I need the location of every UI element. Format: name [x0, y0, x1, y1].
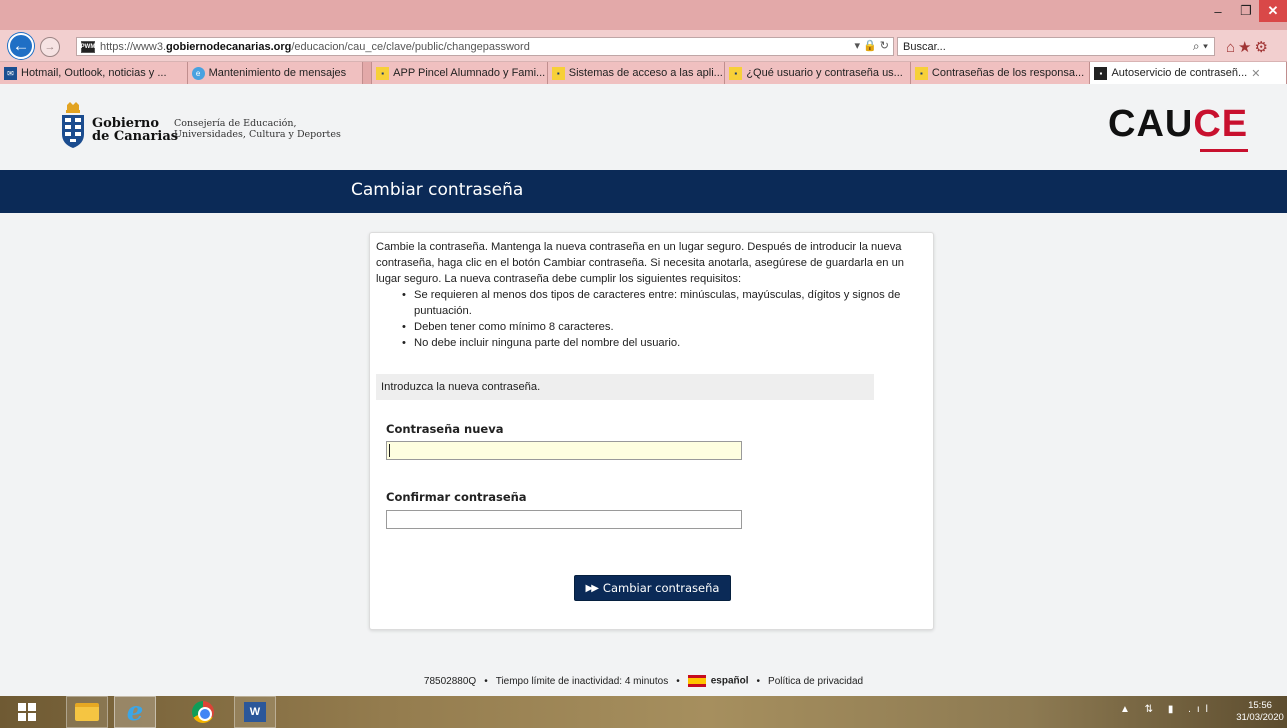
inactivity-timeout: Tiempo límite de inactividad: 4 minutos	[495, 675, 669, 687]
minimize-icon[interactable]: –	[1203, 0, 1233, 22]
spain-flag-icon	[687, 675, 706, 687]
tab-que-usuario[interactable]: ▪ ¿Qué usuario y contraseña us...	[725, 62, 911, 84]
requirement-item: No debe incluir ninguna parte del nombre…	[402, 335, 926, 351]
tab-autoservicio[interactable]: ▪ Autoservicio de contraseñ... ✕	[1090, 62, 1287, 84]
tab-mantenimiento[interactable]: e Mantenimiento de mensajes	[187, 62, 364, 84]
org-name: Gobierno de Canarias	[92, 116, 179, 144]
maximize-icon[interactable]: ❐	[1231, 0, 1261, 22]
internet-explorer-icon: e	[126, 697, 144, 727]
new-password-field[interactable]	[386, 441, 742, 460]
url-text: https://www3.gobiernodecanarias.org/educ…	[100, 40, 530, 53]
requirements-list: Se requieren al menos dos tipos de carac…	[402, 287, 926, 351]
privacy-policy-link[interactable]: Política de privacidad	[768, 676, 863, 687]
word-icon: W	[244, 702, 266, 722]
site-header: Gobierno de Canarias Consejería de Educa…	[0, 84, 1287, 170]
footer-separator: •	[484, 675, 488, 687]
footer-separator: •	[676, 675, 680, 687]
windows-taskbar: e W ▲ ⇅ ▮ .ıl 15:56 31/03/2020	[0, 696, 1287, 728]
instructions: Cambie la contraseña. Mantenga la nueva …	[376, 239, 926, 351]
confirm-password-label: Confirmar contraseña	[386, 490, 527, 504]
change-password-button[interactable]: ▶▶ Cambiar contraseña	[574, 575, 731, 601]
title-band: Cambiar contraseña	[0, 170, 1287, 213]
forward-button[interactable]: →	[40, 37, 60, 57]
address-bar[interactable]: PWM https://www3.gobiernodecanarias.org/…	[76, 37, 894, 56]
gobierno-favicon-icon: ▪	[551, 66, 565, 80]
pwm-favicon-icon: ▪	[1094, 66, 1108, 80]
start-button[interactable]	[6, 696, 48, 728]
taskbar-chrome[interactable]	[182, 696, 224, 728]
tab-sistemas[interactable]: ▪ Sistemas de acceso a las apli...	[547, 62, 726, 84]
refresh-lock-icons[interactable]: ▾ 🔒 ↻	[854, 39, 889, 52]
department-name: Consejería de Educación, Universidades, …	[174, 118, 341, 140]
browser-search-input[interactable]: Buscar... ⌕ ▾	[897, 37, 1215, 56]
tab-close-icon[interactable]: ✕	[1251, 67, 1260, 80]
close-icon[interactable]: ✕	[1259, 0, 1287, 22]
new-password-label: Contraseña nueva	[386, 422, 504, 436]
browser-titlebar: – ❐ ✕	[0, 0, 1287, 30]
folder-icon	[75, 703, 99, 721]
back-button[interactable]: ←	[8, 33, 34, 59]
ie-icon: e	[191, 66, 205, 80]
home-favorites-settings-icons[interactable]: ⌂★⚙	[1226, 38, 1271, 56]
logo-underline	[1200, 149, 1248, 152]
notice-message: Introduzca la nueva contraseña.	[376, 374, 874, 400]
browser-tabs: ✉ Hotmail, Outlook, noticias y ... e Mante…	[0, 62, 1287, 84]
change-password-card: Cambie la contraseña. Mantenga la nueva …	[369, 232, 934, 630]
windows-logo-icon	[18, 703, 36, 721]
footer-separator: •	[756, 675, 761, 687]
gobierno-favicon-icon: ▪	[729, 66, 743, 80]
chrome-icon	[192, 701, 214, 723]
tab-spacer	[363, 62, 373, 84]
tab-pincel[interactable]: ▪ APP Pincel Alumnado y Fami...	[372, 62, 548, 84]
search-icon[interactable]: ⌕ ▾	[1193, 39, 1208, 54]
page-footer: 78502880Q • Tiempo límite de inactividad…	[0, 675, 1287, 687]
gobierno-favicon-icon: ▪	[376, 66, 390, 80]
page-title: Cambiar contraseña	[351, 180, 524, 200]
hotmail-icon: ✉	[4, 66, 17, 80]
taskbar-clock[interactable]: 15:56 31/03/2020	[1236, 700, 1284, 724]
confirm-password-field[interactable]	[386, 510, 742, 529]
requirement-item: Se requieren al menos dos tipos de carac…	[402, 287, 926, 319]
intro-text: Cambie la contraseña. Mantenga la nueva …	[376, 241, 905, 285]
tab-hotmail[interactable]: ✉ Hotmail, Outlook, noticias y ...	[0, 62, 188, 84]
site-favicon-icon: PWM	[81, 40, 95, 53]
gobierno-canarias-logo[interactable]	[58, 100, 88, 150]
browser-address-row: ← → PWM https://www3.gobiernodecanarias.…	[0, 30, 1287, 62]
requirement-item: Deben tener como mínimo 8 caracteres.	[402, 319, 926, 335]
taskbar-file-explorer[interactable]	[66, 696, 108, 728]
double-arrow-icon: ▶▶	[585, 582, 599, 594]
taskbar-word[interactable]: W	[234, 696, 276, 728]
taskbar-internet-explorer[interactable]: e	[114, 696, 156, 728]
tab-contrasenas[interactable]: ▪ Contraseñas de los responsa...	[910, 62, 1091, 84]
system-tray-icons[interactable]: ▲ ⇅ ▮ .ıl	[1120, 704, 1214, 715]
language-selector[interactable]: español	[687, 675, 749, 687]
gobierno-favicon-icon: ▪	[914, 66, 928, 80]
cauce-logo[interactable]: CAUCE	[1108, 104, 1248, 144]
user-id: 78502880Q	[423, 675, 477, 687]
